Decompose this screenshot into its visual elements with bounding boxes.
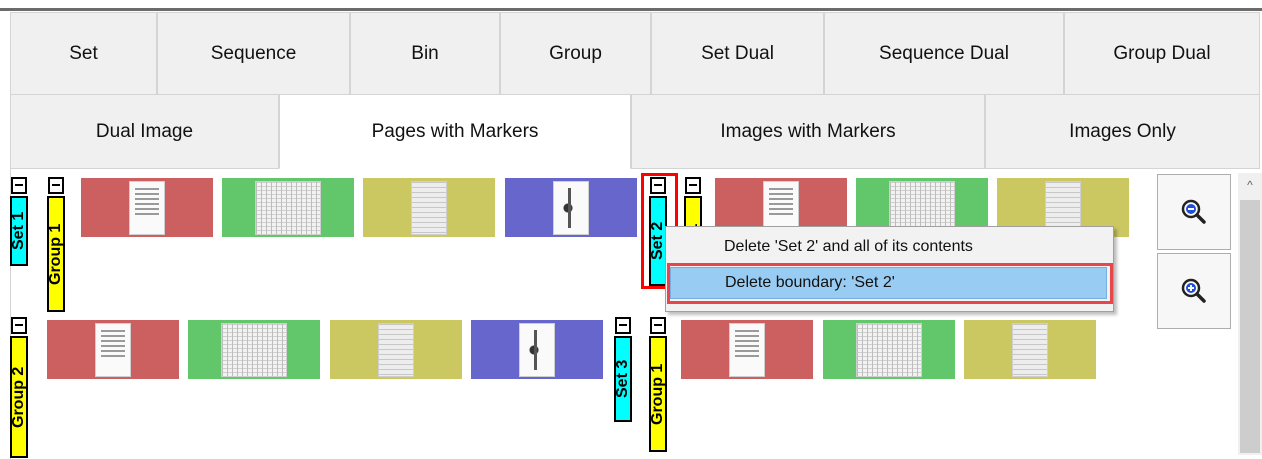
magnifier-minus-icon: [1181, 199, 1206, 224]
tab-row-1: Set Sequence Bin Group Set Dual Sequence…: [10, 12, 1260, 95]
tab-pages-with-markers[interactable]: Pages with Markers: [279, 94, 631, 169]
marker-handle-icon[interactable]: [48, 177, 64, 194]
menu-item-highlight: [667, 263, 1113, 304]
menu-item-delete-set-and-contents[interactable]: Delete 'Set 2' and all of its contents: [670, 231, 1107, 263]
page-thumbnail[interactable]: [681, 320, 813, 379]
group-label: Group 2: [10, 336, 28, 458]
page-thumbnail[interactable]: [330, 320, 462, 379]
tab-set-dual[interactable]: Set Dual: [651, 12, 824, 95]
page-thumbnail[interactable]: [47, 320, 179, 379]
tab-set[interactable]: Set: [10, 12, 157, 95]
document-page: [856, 323, 922, 377]
document-page: [1012, 323, 1048, 377]
tab-group[interactable]: Group: [500, 12, 651, 95]
page-thumbnail[interactable]: [188, 320, 320, 379]
document-page: [378, 323, 414, 377]
window-top-border: [0, 8, 1262, 11]
set-label: Set 3: [614, 336, 632, 422]
document-page: [553, 181, 589, 235]
page-thumbnail[interactable]: [363, 178, 495, 237]
tab-group-dual[interactable]: Group Dual: [1064, 12, 1260, 95]
zoom-in-button[interactable]: [1157, 253, 1231, 329]
zoom-out-button[interactable]: [1157, 174, 1231, 250]
page-thumbnail[interactable]: [81, 178, 213, 237]
group-label: Group 1: [649, 336, 667, 452]
document-page: [129, 181, 165, 235]
document-page: [411, 181, 447, 235]
scroll-up-arrow-icon[interactable]: ^: [1238, 173, 1262, 197]
document-page: [221, 323, 287, 377]
document-page: [729, 323, 765, 377]
page-thumbnail[interactable]: [471, 320, 603, 379]
document-page: [255, 181, 321, 235]
marker-handle-icon[interactable]: [650, 317, 666, 334]
page-thumbnail[interactable]: [964, 320, 1096, 379]
marker-handle-icon[interactable]: [11, 317, 27, 334]
page-thumbnail[interactable]: [222, 178, 354, 237]
set-label: Set 1: [10, 196, 28, 266]
scrollbar-thumb[interactable]: [1240, 200, 1260, 453]
page-thumbnail[interactable]: [823, 320, 955, 379]
tab-dual-image[interactable]: Dual Image: [10, 94, 279, 169]
marker-handle-icon[interactable]: [11, 177, 27, 194]
page-thumbnail[interactable]: [505, 178, 637, 237]
magnifier-plus-icon: [1181, 278, 1206, 303]
marker-handle-icon[interactable]: [685, 177, 701, 194]
document-page: [95, 323, 131, 377]
document-page: [519, 323, 555, 377]
tab-images-only[interactable]: Images Only: [985, 94, 1260, 169]
tab-row-2: Dual Image Pages with Markers Images wit…: [10, 94, 1260, 169]
group-label: Group 1: [47, 196, 65, 312]
tab-sequence-dual[interactable]: Sequence Dual: [824, 12, 1064, 95]
tab-bin[interactable]: Bin: [350, 12, 500, 95]
tab-images-with-markers[interactable]: Images with Markers: [631, 94, 985, 169]
tab-sequence[interactable]: Sequence: [157, 12, 350, 95]
vertical-scrollbar[interactable]: ^: [1238, 173, 1262, 455]
marker-handle-icon[interactable]: [615, 317, 631, 334]
